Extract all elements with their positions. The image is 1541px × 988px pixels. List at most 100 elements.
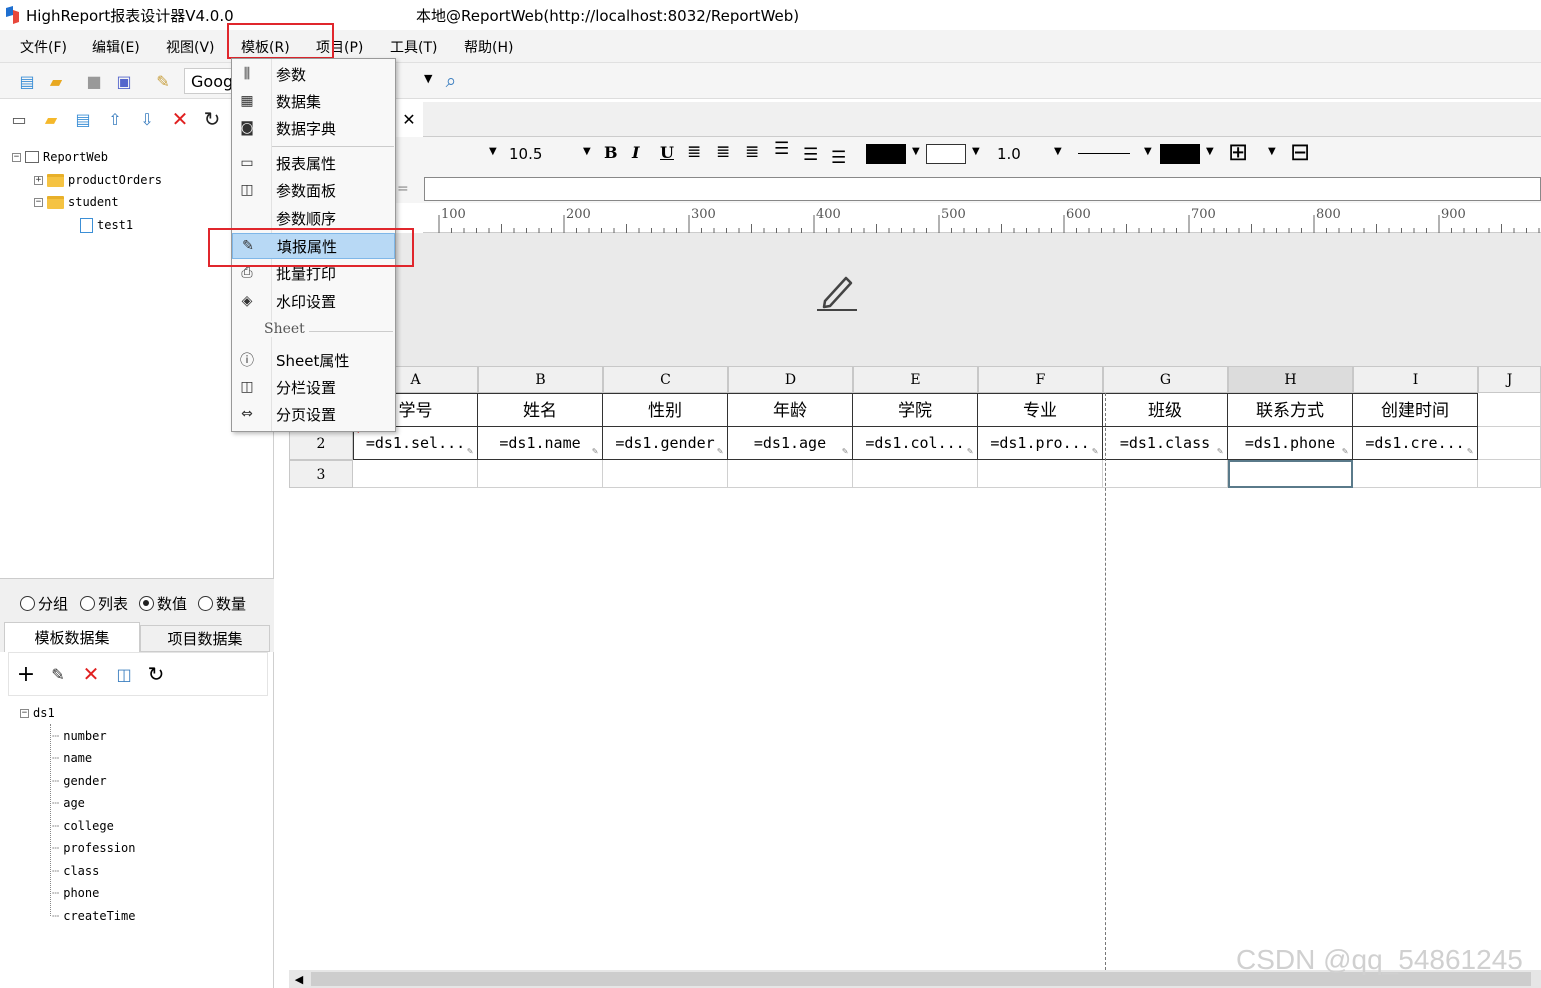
open-folder-icon[interactable]: ▰ bbox=[45, 70, 67, 92]
background-color-swatch[interactable] bbox=[926, 144, 966, 164]
edit-icon[interactable]: ✎ bbox=[47, 663, 69, 685]
borders-grid-icon[interactable]: ⊞ bbox=[1228, 139, 1248, 165]
radio-group-option[interactable]: 分组 bbox=[20, 593, 68, 614]
collapse-icon[interactable]: − bbox=[12, 152, 21, 162]
dataset-field-row[interactable]: ┄ createTime bbox=[52, 906, 135, 926]
tab-template-datasets[interactable]: 模板数据集 bbox=[4, 622, 140, 652]
dataset-field-row[interactable]: ┄ college bbox=[52, 816, 114, 836]
dataset-field-row[interactable]: ┄ class bbox=[52, 861, 99, 881]
header-cell[interactable]: 年龄 bbox=[728, 393, 853, 427]
menu-file[interactable]: 文件(F) bbox=[20, 37, 67, 57]
chevron-down-icon[interactable]: ▼ bbox=[912, 146, 920, 157]
underline-button[interactable]: U bbox=[660, 143, 674, 162]
refresh-icon[interactable]: ↻ bbox=[145, 662, 167, 686]
radio-count-option[interactable]: 数量 bbox=[198, 593, 246, 614]
tree-folder-row[interactable]: + productOrders bbox=[34, 170, 162, 190]
dataset-field-row[interactable]: ┄ gender bbox=[52, 771, 107, 791]
menu-item-0[interactable]: ⫼ 参数 bbox=[232, 61, 395, 87]
menu-item-1[interactable]: ▦ 数据集 bbox=[232, 88, 395, 114]
header-cell[interactable]: 姓名 bbox=[478, 393, 603, 427]
tree-report-row[interactable]: test1 bbox=[80, 215, 133, 235]
column-header[interactable]: I bbox=[1353, 366, 1478, 393]
align-bottom-icon[interactable]: ☰ bbox=[831, 148, 846, 168]
delete-icon[interactable]: ✕ bbox=[80, 662, 102, 686]
new-file-icon[interactable]: ▤ bbox=[16, 70, 38, 92]
dataset-field-row[interactable]: ┄ phone bbox=[52, 883, 99, 903]
refresh-icon[interactable]: ↻ bbox=[201, 107, 223, 131]
radio-list-option[interactable]: 列表 bbox=[80, 593, 128, 614]
column-header[interactable]: E bbox=[853, 366, 978, 393]
format-brush-icon[interactable]: ✎ bbox=[152, 70, 174, 92]
line-style-sample[interactable] bbox=[1078, 153, 1130, 154]
header-cell[interactable]: 班级 bbox=[1103, 393, 1228, 427]
empty-cell[interactable] bbox=[1103, 460, 1228, 488]
dataset-field-row[interactable]: ┄ profession bbox=[52, 838, 135, 858]
search-icon[interactable]: ⌕ bbox=[440, 70, 462, 92]
font-color-swatch[interactable] bbox=[866, 144, 906, 164]
font-family-combo[interactable]: Goog bbox=[184, 68, 232, 94]
chevron-down-icon[interactable]: ▼ bbox=[424, 72, 432, 85]
formula-input[interactable] bbox=[424, 177, 1541, 201]
tree-folder-row[interactable]: − student bbox=[34, 192, 119, 212]
row-header[interactable]: 3 bbox=[289, 460, 353, 488]
menu-item-4[interactable]: ◫ 参数面板 bbox=[232, 177, 395, 203]
menu-item-2[interactable]: ◙ 数据字典 bbox=[232, 115, 395, 141]
empty-cell[interactable] bbox=[603, 460, 728, 488]
selected-cell[interactable] bbox=[1228, 460, 1353, 488]
align-center-icon[interactable]: ≣ bbox=[716, 142, 730, 162]
menu-edit[interactable]: 编辑(E) bbox=[92, 37, 140, 57]
scroll-left-icon[interactable]: ◀ bbox=[289, 970, 309, 988]
formula-cell[interactable]: =ds1.name ✎ bbox=[478, 427, 603, 460]
collapse-icon[interactable]: − bbox=[34, 197, 43, 207]
column-header[interactable]: H bbox=[1228, 366, 1353, 393]
tree-root-row[interactable]: − ReportWeb bbox=[12, 147, 108, 167]
save-icon[interactable]: ■ bbox=[83, 70, 105, 92]
formula-cell[interactable]: =ds1.cre... ✎ bbox=[1353, 427, 1478, 460]
font-size-combo[interactable]: 10.5 bbox=[503, 140, 591, 168]
menu-item-3[interactable]: ▭ 报表属性 bbox=[232, 150, 395, 176]
column-header[interactable]: C bbox=[603, 366, 728, 393]
header-cell[interactable]: 学院 bbox=[853, 393, 978, 427]
italic-button[interactable]: I bbox=[632, 143, 639, 162]
header-cell[interactable]: 性别 bbox=[603, 393, 728, 427]
empty-cell[interactable] bbox=[1478, 460, 1541, 488]
empty-cell[interactable] bbox=[353, 460, 478, 488]
formula-cell[interactable]: =ds1.phone ✎ bbox=[1228, 427, 1353, 460]
header-cell[interactable]: 联系方式 bbox=[1228, 393, 1353, 427]
radio-circle[interactable] bbox=[80, 596, 95, 611]
column-header[interactable]: J bbox=[1478, 366, 1541, 393]
calendar-icon[interactable]: ▭ bbox=[8, 108, 30, 130]
empty-cell[interactable] bbox=[478, 460, 603, 488]
chevron-down-icon[interactable]: ▼ bbox=[489, 146, 497, 157]
radio-circle-checked[interactable] bbox=[139, 596, 154, 611]
align-middle-icon[interactable]: ☰ bbox=[803, 145, 818, 165]
tab-project-datasets[interactable]: 项目数据集 bbox=[140, 625, 270, 652]
menu-sheet-item-0[interactable]: ⓘ Sheet属性 bbox=[232, 347, 395, 373]
bold-button[interactable]: B bbox=[604, 143, 618, 162]
border-color-swatch[interactable] bbox=[1160, 144, 1200, 164]
formula-cell[interactable]: =ds1.class ✎ bbox=[1103, 427, 1228, 460]
dataset-field-row[interactable]: ┄ number bbox=[52, 726, 107, 746]
menu-tools[interactable]: 工具(T) bbox=[390, 37, 437, 57]
empty-cell[interactable] bbox=[978, 460, 1103, 488]
formula-cell[interactable]: =ds1.col... ✎ bbox=[853, 427, 978, 460]
chevron-down-icon[interactable]: ▼ bbox=[1144, 146, 1152, 157]
empty-cell[interactable] bbox=[853, 460, 978, 488]
merge-cells-icon[interactable]: ⊟ bbox=[1290, 139, 1310, 165]
chevron-down-icon[interactable]: ▼ bbox=[1206, 146, 1214, 157]
formula-cell[interactable]: =ds1.age ✎ bbox=[728, 427, 853, 460]
expand-icon[interactable]: + bbox=[34, 175, 43, 185]
document-icon[interactable]: ▤ bbox=[72, 108, 94, 130]
column-header[interactable]: B bbox=[478, 366, 603, 393]
menu-sheet-item-1[interactable]: ◫ 分栏设置 bbox=[232, 374, 395, 400]
column-header[interactable]: D bbox=[728, 366, 853, 393]
menu-item-8[interactable]: ◈ 水印设置 bbox=[232, 288, 395, 314]
chevron-down-icon[interactable]: ▼ bbox=[583, 146, 591, 157]
header-cell[interactable]: 创建时间 bbox=[1353, 393, 1478, 427]
delete-icon[interactable]: ✕ bbox=[169, 107, 191, 131]
radio-circle[interactable] bbox=[20, 596, 35, 611]
upload-icon[interactable]: ⇧ bbox=[104, 108, 126, 130]
close-tab-icon[interactable]: ✕ bbox=[395, 102, 423, 137]
formula-cell[interactable]: =ds1.gender ✎ bbox=[603, 427, 728, 460]
collapse-icon[interactable]: − bbox=[20, 708, 29, 718]
